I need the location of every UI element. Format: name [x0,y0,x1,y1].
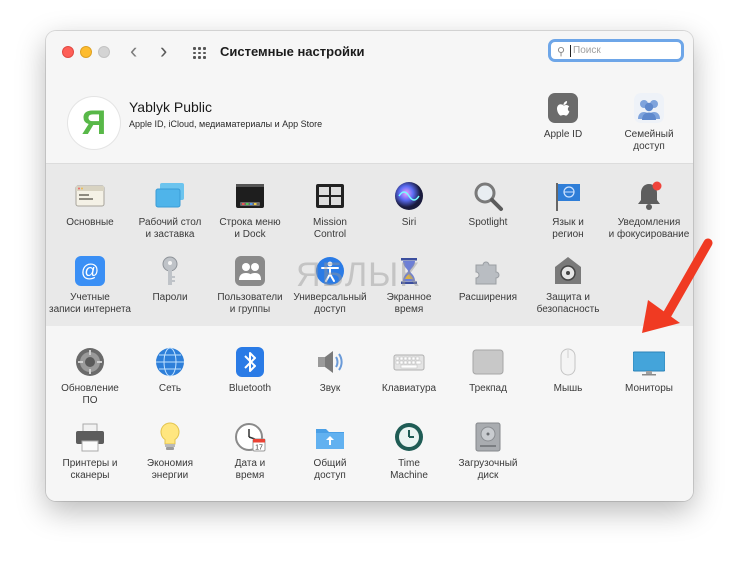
red-arrow-annotation [642,238,713,333]
